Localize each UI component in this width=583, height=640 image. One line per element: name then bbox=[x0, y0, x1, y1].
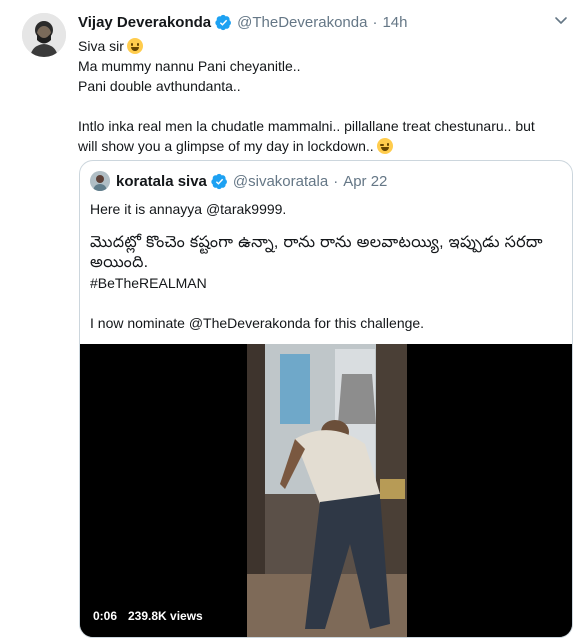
separator-dot: · bbox=[333, 172, 339, 190]
tweet[interactable]: Vijay Deverakonda @TheDeverakonda · 14h … bbox=[0, 0, 583, 640]
tweet-text: Siva sir Ma mummy nannu Pani cheyanitle.… bbox=[78, 36, 568, 156]
tweet-line-2: Ma mummy nannu Pani cheyanitle.. bbox=[78, 58, 301, 74]
verified-badge-icon bbox=[215, 14, 232, 31]
quoted-author-name: koratala siva bbox=[116, 172, 207, 190]
author-name[interactable]: Vijay Deverakonda bbox=[78, 14, 211, 31]
quoted-tweet-text: Here it is annayya @tarak9999. మొదట్లో క… bbox=[90, 199, 560, 333]
tweet-line-4a: Intlo inka real men la chudatle mammalni… bbox=[78, 118, 535, 134]
quoted-telugu-line-1: మొదట్లో కొంచెం కష్టంగా ఉన్నా, రాను రాను … bbox=[90, 234, 543, 251]
tweet-line-4b: will show you a glimpse of my day in loc… bbox=[78, 138, 374, 154]
verified-badge-icon bbox=[211, 173, 228, 190]
quoted-date: Apr 22 bbox=[343, 172, 388, 190]
tweet-line-3: Pani double avthundanta.. bbox=[78, 78, 241, 94]
chevron-down-icon[interactable] bbox=[553, 12, 569, 28]
tweet-line-1: Siva sir bbox=[78, 38, 124, 54]
quoted-tweet[interactable]: koratala siva @sivakoratala · Apr 22 Her… bbox=[79, 160, 573, 638]
author-handle[interactable]: @TheDeverakonda bbox=[237, 14, 367, 31]
quoted-author-avatar bbox=[90, 171, 110, 191]
quoted-line-3: I now nominate @TheDeverakonda for this … bbox=[90, 315, 425, 331]
quoted-hashtag[interactable]: #BeTheREALMAN bbox=[90, 273, 560, 293]
author-avatar[interactable] bbox=[22, 13, 66, 57]
quoted-tweet-header: koratala siva @sivakoratala · Apr 22 bbox=[90, 171, 387, 191]
quoted-line-1: Here it is annayya @tarak9999. bbox=[90, 201, 287, 217]
grinning-face-emoji bbox=[126, 38, 143, 54]
video-player[interactable]: 0:06 239.8K views bbox=[80, 344, 572, 637]
tweet-header: Vijay Deverakonda @TheDeverakonda · 14h bbox=[78, 12, 407, 32]
separator-dot: · bbox=[372, 13, 378, 31]
video-elapsed-time: 0:06 bbox=[93, 609, 118, 623]
tweet-timestamp[interactable]: 14h bbox=[382, 14, 407, 31]
winking-face-emoji bbox=[376, 138, 393, 154]
video-frame bbox=[80, 344, 572, 637]
quoted-author-handle: @sivakoratala bbox=[232, 172, 329, 190]
video-view-count: 239.8K views bbox=[128, 609, 203, 623]
